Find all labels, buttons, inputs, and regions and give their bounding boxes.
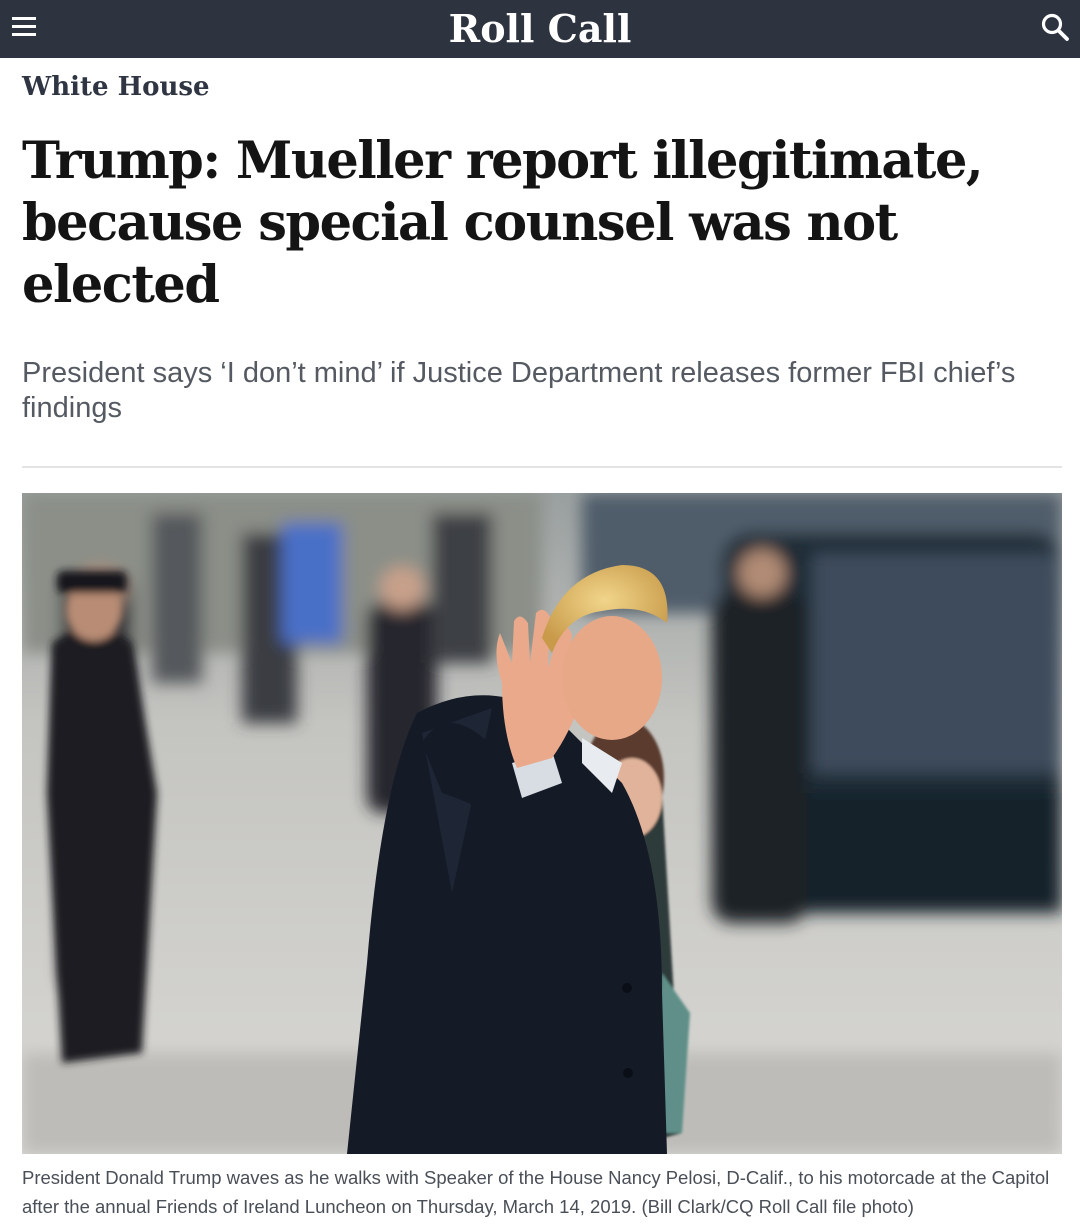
section-label-link[interactable]: White House xyxy=(22,72,210,102)
top-navigation-bar: Roll Call xyxy=(0,0,1080,58)
article-photo xyxy=(22,493,1062,1154)
photo-illustration xyxy=(22,493,1062,1154)
article-subheadline: President says ‘I don’t mind’ if Justice… xyxy=(22,357,1016,424)
photo-caption: President Donald Trump waves as he walks… xyxy=(22,1167,1050,1217)
search-icon[interactable] xyxy=(1040,12,1070,42)
divider xyxy=(22,466,1062,468)
site-logo: Roll Call xyxy=(0,0,1080,58)
site-logo-link[interactable]: Roll Call xyxy=(449,6,632,51)
article-headline: Trump: Mueller report illegitimate, beca… xyxy=(22,131,984,315)
